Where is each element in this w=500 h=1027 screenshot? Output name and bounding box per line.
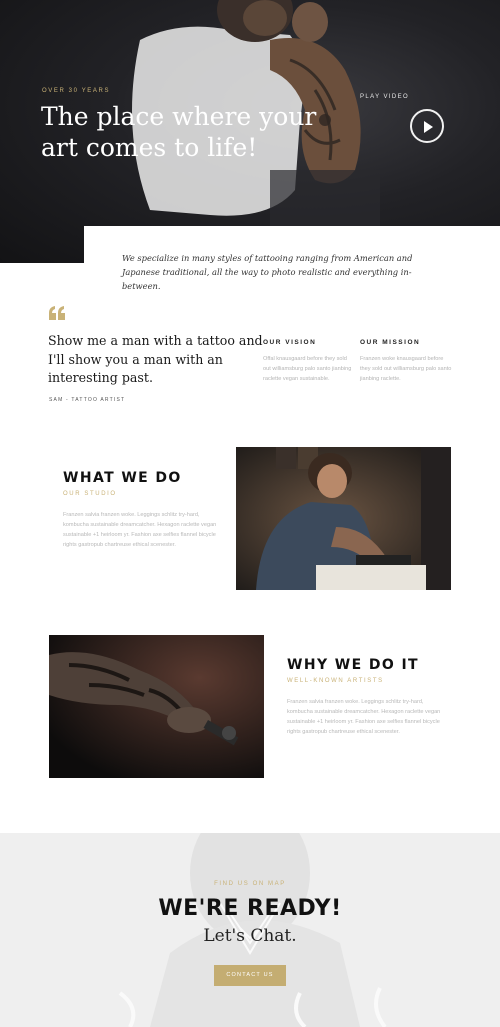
why-we-do-it-heading: WHY WE DO IT — [287, 657, 420, 673]
play-icon — [424, 121, 433, 133]
find-us-kicker: FIND US ON MAP — [214, 881, 286, 887]
play-video-label[interactable]: PLAY VIDEO — [360, 94, 409, 100]
why-we-do-it-body: Franzen salvia franzen woke. Leggings sc… — [287, 699, 441, 735]
mission-text: Franzen woke knausgaard before they sold… — [360, 356, 452, 383]
play-video-button[interactable] — [410, 109, 444, 143]
cta-heading: WE'RE READY! — [158, 896, 342, 921]
what-we-do-body: Franzen salvia franzen woke. Leggings sc… — [63, 512, 217, 548]
what-we-do-sub: OUR STUDIO — [63, 491, 117, 497]
hero-kicker: OVER 30 YEARS — [42, 88, 111, 94]
what-we-do-heading: WHAT WE DO — [63, 470, 182, 486]
vision-text: Offal knausgaard before they sold out wi… — [263, 356, 352, 383]
cta-subheading: Let's Chat. — [203, 926, 297, 946]
quote-author: SAM - TATTOO ARTIST — [49, 397, 126, 403]
quote-icon — [49, 306, 65, 320]
studio-photo — [236, 447, 451, 590]
why-we-do-it-sub: WELL-KNOWN ARTISTS — [287, 678, 384, 684]
quote-text: Show me a man with a tattoo and I'll sho… — [48, 333, 263, 385]
contact-us-button[interactable]: CONTACT US — [214, 965, 286, 986]
hero-section: OVER 30 YEARS The place where your art c… — [0, 0, 500, 263]
hero-title: The place where your art comes to life! — [41, 102, 317, 162]
intro-text: We specialize in many styles of tattooin… — [122, 253, 413, 291]
artists-photo — [49, 635, 264, 778]
vision-heading: OUR VISION — [263, 339, 317, 346]
mission-heading: OUR MISSION — [360, 339, 421, 346]
